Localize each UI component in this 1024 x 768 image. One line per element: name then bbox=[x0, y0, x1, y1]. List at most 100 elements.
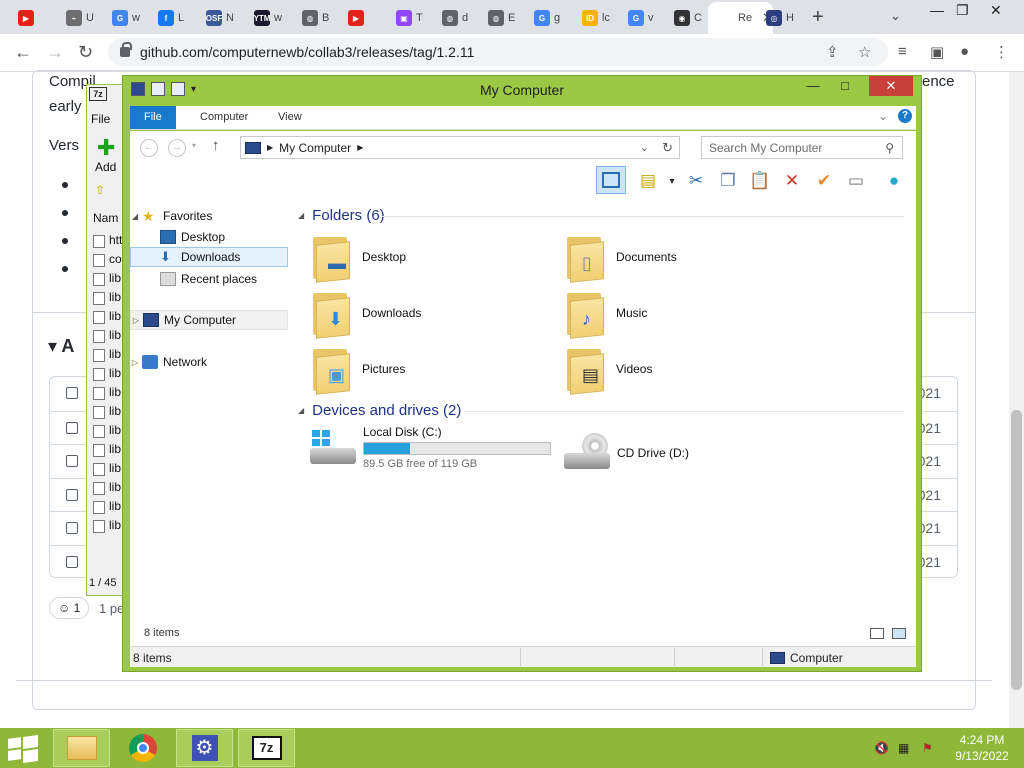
folder-videos[interactable]: ▤ Videos bbox=[564, 343, 804, 395]
nav-recent-places[interactable]: Recent places bbox=[130, 269, 288, 289]
browser-tab[interactable]: ◉ C bbox=[664, 4, 702, 32]
nav-my-computer[interactable]: ▷ My Computer bbox=[130, 310, 288, 330]
folder-desktop[interactable]: ▬ Desktop bbox=[310, 231, 550, 283]
archive-file-row[interactable]: lib bbox=[109, 404, 121, 418]
large-icons-view-icon[interactable] bbox=[892, 628, 906, 639]
explorer-close-button[interactable]: ✕ bbox=[869, 76, 913, 96]
profile-avatar-icon[interactable]: ● bbox=[960, 43, 969, 60]
browser-tab[interactable]: Gv bbox=[618, 4, 654, 32]
kebab-menu-icon[interactable]: ⋮ bbox=[994, 43, 1009, 61]
tab-computer[interactable]: Computer bbox=[186, 106, 262, 129]
assets-heading[interactable]: ▾ A bbox=[48, 336, 74, 357]
back-icon[interactable]: ← bbox=[140, 139, 158, 157]
browser-tab[interactable]: Gg bbox=[524, 4, 560, 32]
expand-arrow-icon[interactable]: ▷ bbox=[130, 358, 140, 367]
archive-file-row[interactable]: co bbox=[109, 252, 122, 266]
refresh-icon[interactable]: ↻ bbox=[662, 140, 673, 156]
explorer-minimize-icon[interactable]: — bbox=[799, 76, 827, 96]
archive-file-row[interactable]: lib bbox=[109, 499, 121, 513]
add-plus-icon[interactable]: ✚ bbox=[97, 135, 115, 161]
recent-locations-icon[interactable]: ▾ bbox=[192, 141, 196, 150]
drive-local-disk-c[interactable]: Local Disk (C:) 89.5 GB free of 119 GB bbox=[308, 425, 551, 470]
archive-file-row[interactable]: lib bbox=[109, 518, 121, 532]
new-tab-button[interactable]: + bbox=[812, 6, 824, 29]
share-icon[interactable]: ⇪ bbox=[826, 43, 839, 61]
rename-check-icon[interactable]: ✔ bbox=[812, 169, 836, 193]
tab-view[interactable]: View bbox=[264, 106, 316, 129]
tab-search-chevron-icon[interactable]: ⌄ bbox=[890, 8, 901, 24]
address-bar[interactable]: github.com/computernewb/collab3/releases… bbox=[108, 38, 888, 66]
folder-downloads[interactable]: ⬇ Downloads bbox=[310, 287, 550, 339]
browser-tab[interactable]: ◍ d bbox=[432, 4, 468, 32]
properties-folder-icon[interactable]: ▤ bbox=[636, 169, 660, 193]
nav-desktop[interactable]: Desktop bbox=[130, 227, 288, 247]
taskbar-7zip[interactable]: 7z bbox=[238, 729, 295, 767]
archive-file-row[interactable]: lib bbox=[109, 366, 121, 380]
forward-icon[interactable]: → bbox=[168, 139, 186, 157]
archive-file-row[interactable]: lib bbox=[109, 347, 121, 361]
reaction-button[interactable]: ☺ 1 bbox=[49, 597, 89, 619]
minimize-icon[interactable]: — bbox=[930, 2, 944, 18]
archive-file-row[interactable]: lib bbox=[109, 461, 121, 475]
back-arrow-icon[interactable]: ← bbox=[14, 42, 32, 63]
browser-tab[interactable]: Gw bbox=[102, 4, 140, 32]
archive-file-row[interactable]: lib bbox=[109, 385, 121, 399]
start-button[interactable] bbox=[8, 734, 38, 764]
bookmark-star-icon[interactable]: ☆ bbox=[858, 43, 871, 61]
nav-network[interactable]: ▷ Network bbox=[130, 352, 288, 372]
cut-icon[interactable]: ✂ bbox=[684, 169, 708, 193]
explorer-title-bar[interactable]: ▾ My Computer — □ ✕ bbox=[123, 76, 921, 104]
forward-arrow-icon[interactable]: → bbox=[46, 42, 64, 63]
delete-icon[interactable]: ✕ bbox=[780, 169, 804, 193]
sevenzip-window[interactable]: 7z File ✚ Add ⇧ Nam 1 / 45 htt co lib lib li… bbox=[86, 84, 126, 596]
action-center-flag-icon[interactable]: ⚑ bbox=[922, 741, 936, 755]
up-arrow-icon[interactable]: ↑ bbox=[212, 137, 220, 154]
page-scrollbar-thumb[interactable] bbox=[1011, 410, 1022, 690]
nav-downloads[interactable]: ⬇ Downloads bbox=[130, 247, 288, 267]
breadcrumb-separator-icon[interactable]: ▶ bbox=[267, 143, 273, 152]
network-globe-icon[interactable]: ● bbox=[882, 169, 906, 193]
folders-group-header[interactable]: ◢ Folders (6) bbox=[298, 207, 385, 224]
new-item-icon[interactable]: ▭ bbox=[844, 169, 868, 193]
archive-file-row[interactable]: lib bbox=[109, 442, 121, 456]
taskbar-control-panel[interactable]: ⚙ bbox=[176, 729, 233, 767]
details-view-icon[interactable] bbox=[870, 628, 884, 639]
sevenzip-file-menu[interactable]: File bbox=[91, 112, 110, 126]
breadcrumb-my-computer[interactable]: My Computer bbox=[279, 141, 351, 155]
explorer-window[interactable]: ▾ My Computer — □ ✕ File Computer View ⌄… bbox=[122, 75, 922, 672]
folder-documents[interactable]: ▯ Documents bbox=[564, 231, 804, 283]
drives-group-header[interactable]: ◢ Devices and drives (2) bbox=[298, 402, 461, 419]
network-tray-icon[interactable]: ▦ bbox=[898, 741, 912, 755]
taskbar-chrome[interactable] bbox=[114, 729, 171, 767]
folder-up-icon[interactable]: ⇧ bbox=[95, 183, 105, 197]
folder-pictures[interactable]: ▣ Pictures bbox=[310, 343, 550, 395]
browser-tab[interactable]: ▶ bbox=[338, 4, 368, 32]
media-control-icon[interactable]: ≡ bbox=[898, 43, 907, 60]
browser-tab[interactable]: fL bbox=[148, 4, 184, 32]
browser-tab[interactable]: ◎ H bbox=[756, 4, 794, 32]
paste-icon[interactable]: 📋 bbox=[748, 169, 772, 193]
copy-icon[interactable]: ❐ bbox=[716, 169, 740, 193]
archive-file-row[interactable]: htt bbox=[109, 233, 122, 247]
explorer-address-bar[interactable]: ▶ My Computer ▶ ⌄ ↻ bbox=[240, 136, 680, 159]
expand-arrow-icon[interactable]: ▷ bbox=[131, 316, 141, 325]
help-icon[interactable]: ? bbox=[898, 109, 912, 123]
folder-music[interactable]: ♪ Music bbox=[564, 287, 804, 339]
archive-file-row[interactable]: lib bbox=[109, 423, 121, 437]
address-dropdown-icon[interactable]: ⌄ bbox=[640, 141, 649, 154]
browser-tab[interactable]: YTM w bbox=[244, 4, 282, 32]
reload-icon[interactable]: ↻ bbox=[78, 42, 93, 63]
browser-tab[interactable]: ▣ T bbox=[386, 4, 423, 32]
browser-tab[interactable]: ID lc bbox=[572, 4, 610, 32]
archive-file-row[interactable]: lib bbox=[109, 271, 121, 285]
properties-dropdown-icon[interactable]: ▾ bbox=[660, 169, 684, 193]
collapse-arrow-icon[interactable]: ◢ bbox=[298, 406, 304, 415]
expand-ribbon-chevron-icon[interactable]: ⌄ bbox=[878, 109, 888, 123]
drive-cd-d[interactable]: CD Drive (D:) bbox=[562, 431, 689, 475]
close-icon[interactable]: ✕ bbox=[990, 2, 1002, 19]
explorer-maximize-icon[interactable]: □ bbox=[831, 76, 859, 96]
clock[interactable]: 4:24 PM 9/13/2022 bbox=[942, 732, 1022, 764]
tab-file[interactable]: File bbox=[130, 106, 176, 129]
preview-pane-icon[interactable] bbox=[596, 166, 626, 194]
taskbar-file-explorer[interactable] bbox=[53, 729, 110, 767]
